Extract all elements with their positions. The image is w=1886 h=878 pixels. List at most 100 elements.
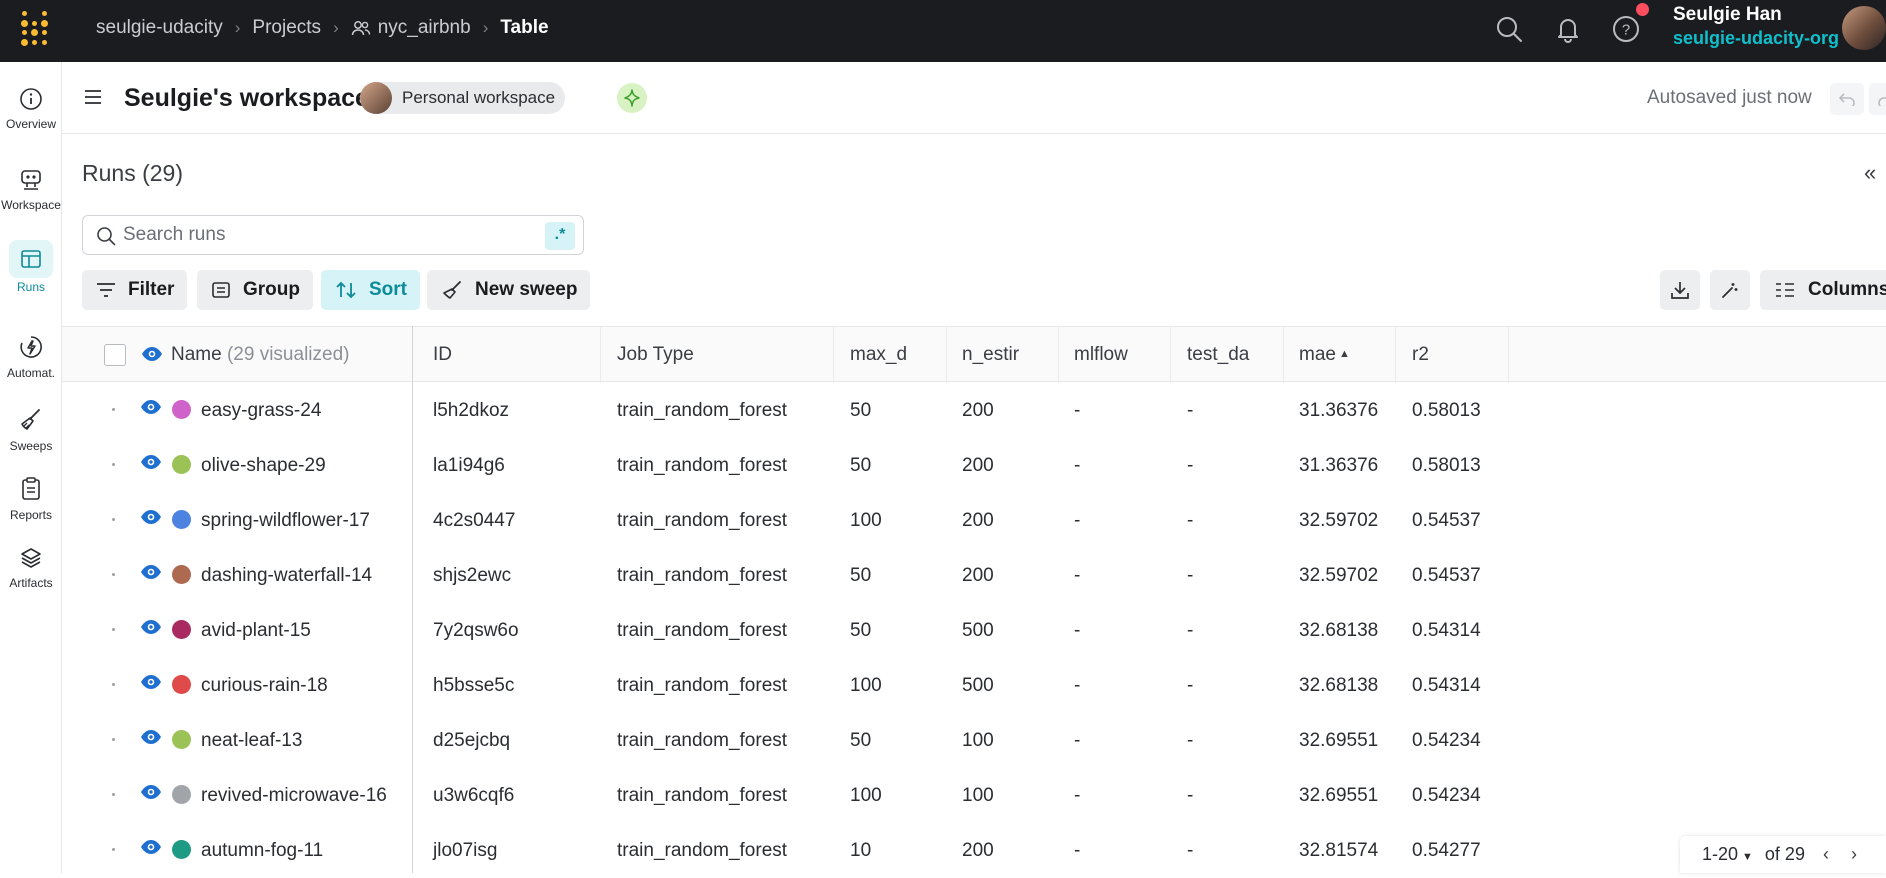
select-all-checkbox[interactable] xyxy=(104,344,126,366)
nav-item-workspace[interactable]: Workspace xyxy=(0,168,62,238)
column-divider[interactable] xyxy=(1170,327,1171,383)
column-divider[interactable] xyxy=(946,327,947,383)
run-color-swatch[interactable] xyxy=(172,455,191,474)
table-row[interactable]: olive-shape-29 la1i94g6 train_random_fores… xyxy=(62,438,1886,493)
column-divider[interactable] xyxy=(600,327,601,383)
row-handle[interactable] xyxy=(112,463,115,466)
run-color-swatch[interactable] xyxy=(172,565,191,584)
run-color-swatch[interactable] xyxy=(172,785,191,804)
row-handle[interactable] xyxy=(112,408,115,411)
group-button[interactable]: Group xyxy=(197,270,313,310)
column-divider[interactable] xyxy=(1508,327,1509,383)
next-page-icon[interactable]: › xyxy=(1851,844,1857,865)
eye-icon[interactable] xyxy=(140,509,162,525)
run-name[interactable]: spring-wildflower-17 xyxy=(201,510,370,532)
eye-icon[interactable] xyxy=(140,564,162,580)
wandb-logo-icon[interactable] xyxy=(20,9,50,47)
row-handle[interactable] xyxy=(112,628,115,631)
row-handle[interactable] xyxy=(112,738,115,741)
columns-button[interactable]: Columns xyxy=(1760,270,1886,310)
run-color-swatch[interactable] xyxy=(172,400,191,419)
table-row[interactable]: easy-grass-24 l5h2dkoz train_random_forest… xyxy=(62,383,1886,438)
new-sweep-button[interactable]: New sweep xyxy=(427,270,591,310)
user-org[interactable]: seulgie-udacity-org xyxy=(1673,28,1839,49)
table-row[interactable]: neat-leaf-13 d25ejcbq train_random_forest 5… xyxy=(62,713,1886,768)
table-row[interactable]: avid-plant-15 7y2qsw6o train_random_forest… xyxy=(62,603,1886,658)
search-input[interactable] xyxy=(123,222,523,248)
run-color-swatch[interactable] xyxy=(172,620,191,639)
search-icon[interactable] xyxy=(1494,14,1524,44)
breadcrumb-project[interactable]: nyc_airbnb xyxy=(378,17,471,39)
eye-icon[interactable] xyxy=(140,454,162,470)
user-name[interactable]: Seulgie Han xyxy=(1673,4,1782,26)
filter-button[interactable]: Filter xyxy=(82,270,188,310)
row-handle[interactable] xyxy=(112,848,115,851)
breadcrumb-projects[interactable]: Projects xyxy=(252,17,321,39)
run-name[interactable]: curious-rain-18 xyxy=(201,675,328,697)
table-row[interactable]: curious-rain-18 h5bsse5c train_random_fore… xyxy=(62,658,1886,713)
row-handle[interactable] xyxy=(112,683,115,686)
column-divider[interactable] xyxy=(1283,327,1284,383)
cell-id[interactable]: u3w6cqf6 xyxy=(433,785,514,807)
column-header-max-depth[interactable]: max_d xyxy=(850,344,907,366)
nav-item-reports[interactable]: Reports xyxy=(0,476,62,546)
bell-icon[interactable] xyxy=(1553,14,1583,44)
column-header-test-data[interactable]: test_da xyxy=(1187,344,1249,366)
column-header-id[interactable]: ID xyxy=(433,344,452,366)
column-divider[interactable] xyxy=(1058,327,1059,383)
column-header-r2[interactable]: r2 xyxy=(1412,344,1429,366)
redo-button[interactable] xyxy=(1869,83,1886,115)
column-header-mlflow[interactable]: mlflow xyxy=(1074,344,1128,366)
eye-icon[interactable] xyxy=(141,346,163,362)
column-divider[interactable] xyxy=(1395,327,1396,383)
table-row[interactable]: dashing-waterfall-14 shjs2ewc train_random… xyxy=(62,548,1886,603)
avatar[interactable] xyxy=(1842,6,1886,50)
nav-item-automations[interactable]: Automat. xyxy=(0,334,62,404)
cell-id[interactable]: jlo07isg xyxy=(433,840,497,862)
nav-item-runs[interactable]: Runs xyxy=(0,240,62,310)
eye-icon[interactable] xyxy=(140,399,162,415)
run-name[interactable]: easy-grass-24 xyxy=(201,400,321,422)
nav-item-artifacts[interactable]: Artifacts xyxy=(0,546,62,616)
nav-item-sweeps[interactable]: Sweeps xyxy=(0,407,62,477)
column-divider[interactable] xyxy=(833,327,834,383)
table-row[interactable]: spring-wildflower-17 4c2s0447 train_random… xyxy=(62,493,1886,548)
cell-id[interactable]: 7y2qsw6o xyxy=(433,620,519,642)
cell-id[interactable]: shjs2ewc xyxy=(433,565,511,587)
run-color-swatch[interactable] xyxy=(172,840,191,859)
menu-icon[interactable] xyxy=(84,89,102,105)
collapse-panel-icon[interactable]: « xyxy=(1864,160,1876,186)
eye-icon[interactable] xyxy=(140,619,162,635)
cell-id[interactable]: d25ejcbq xyxy=(433,730,510,752)
row-handle[interactable] xyxy=(112,573,115,576)
run-color-swatch[interactable] xyxy=(172,730,191,749)
pinned-column-divider[interactable] xyxy=(412,326,413,873)
eye-icon[interactable] xyxy=(140,839,162,855)
page-range-select[interactable]: 1-20 ▼ xyxy=(1702,844,1753,865)
cell-id[interactable]: la1i94g6 xyxy=(433,455,505,477)
column-header-job-type[interactable]: Job Type xyxy=(617,344,694,366)
column-header-mae[interactable]: mae ▲ xyxy=(1299,344,1350,366)
run-name[interactable]: neat-leaf-13 xyxy=(201,730,302,752)
prev-page-icon[interactable]: ‹ xyxy=(1823,844,1829,865)
row-handle[interactable] xyxy=(112,793,115,796)
help-icon[interactable]: ? xyxy=(1611,14,1641,44)
breadcrumb-entity[interactable]: seulgie-udacity xyxy=(96,17,223,39)
eye-icon[interactable] xyxy=(140,729,162,745)
undo-button[interactable] xyxy=(1830,83,1864,115)
regex-toggle[interactable]: .* xyxy=(545,222,575,250)
auto-arrange-button[interactable] xyxy=(1710,270,1750,310)
cell-id[interactable]: h5bsse5c xyxy=(433,675,514,697)
sparkle-icon[interactable] xyxy=(617,83,647,113)
table-row[interactable]: revived-microwave-16 u3w6cqf6 train_random… xyxy=(62,768,1886,823)
run-name[interactable]: avid-plant-15 xyxy=(201,620,311,642)
run-color-swatch[interactable] xyxy=(172,675,191,694)
eye-icon[interactable] xyxy=(140,784,162,800)
column-header-n-estimators[interactable]: n_estir xyxy=(962,344,1019,366)
run-name[interactable]: olive-shape-29 xyxy=(201,455,326,477)
workspace-badge[interactable]: Personal workspace xyxy=(360,82,566,114)
run-name[interactable]: autumn-fog-11 xyxy=(201,840,323,862)
cell-id[interactable]: l5h2dkoz xyxy=(433,400,509,422)
run-name[interactable]: revived-microwave-16 xyxy=(201,785,387,807)
cell-id[interactable]: 4c2s0447 xyxy=(433,510,515,532)
